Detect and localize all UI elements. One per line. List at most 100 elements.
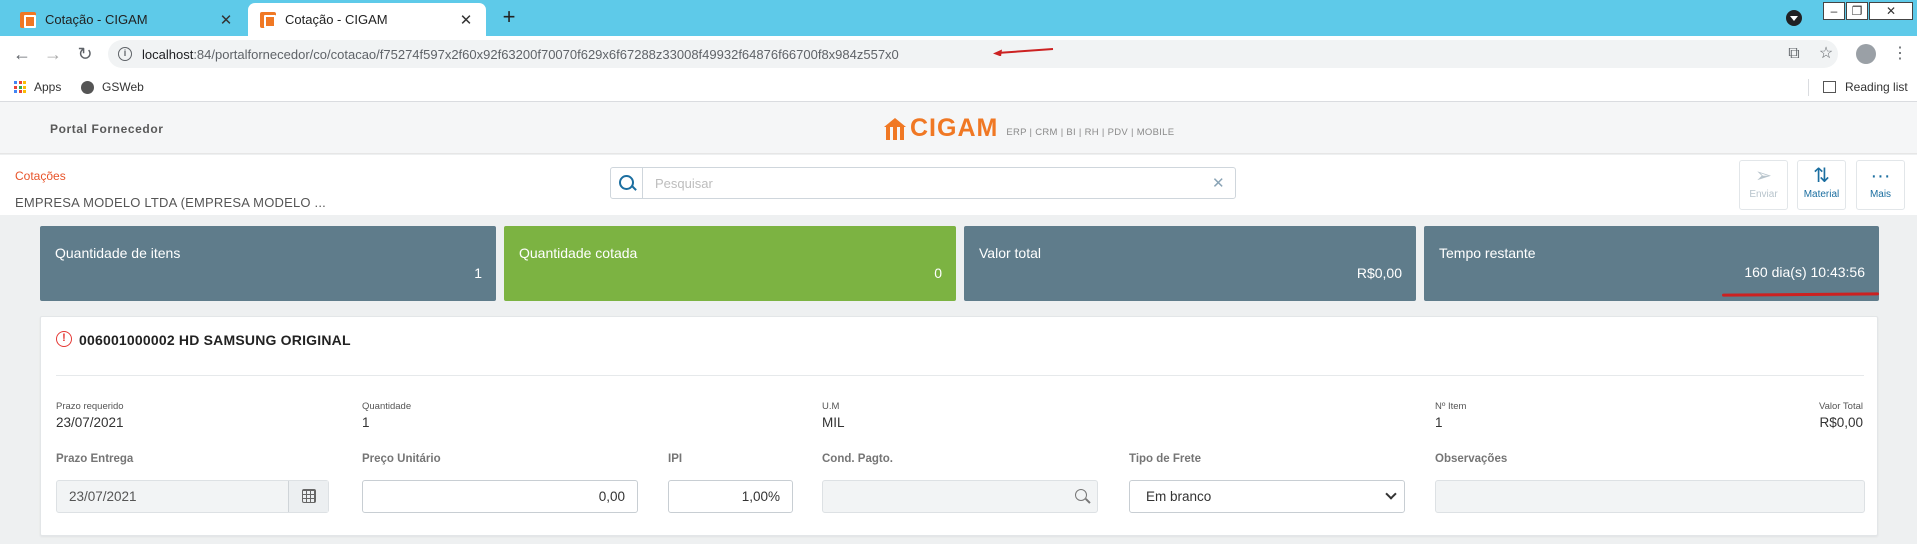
bookmarks-divider	[1808, 79, 1809, 96]
url-path: :84/portalfornecedor/co/cotacao/f75274f5…	[193, 47, 899, 62]
send-icon: ➢	[1755, 165, 1772, 187]
window-close-icon[interactable]: ✕	[1869, 2, 1913, 20]
stat-card-quantidade-cotada: Quantidade cotada 0	[504, 226, 956, 301]
search-icon[interactable]	[611, 168, 643, 198]
cigam-wordmark: CIGAM	[910, 114, 999, 142]
url-host: localhost	[142, 47, 194, 62]
preco-unitario-input[interactable]: 0,00	[362, 480, 638, 513]
ipi-label: IPI	[668, 453, 683, 465]
prazo-entrega-field[interactable]: 23/07/2021	[56, 480, 329, 513]
more-dots-icon: ···	[1870, 165, 1891, 187]
bookmark-apps[interactable]: Apps	[14, 80, 61, 94]
browser-tab-bar: Cotação - CIGAM ✕ Cotação - CIGAM ✕ + – …	[0, 0, 1917, 36]
stat-title: Valor total	[979, 245, 1041, 261]
search-field[interactable]: ✕	[610, 167, 1236, 199]
item-panel: ! 006001000002 HD SAMSUNG ORIGINAL Prazo…	[40, 316, 1878, 536]
calendar-icon	[302, 489, 316, 503]
cigam-tagline: ERP | CRM | BI | RH | PDV | MOBILE	[1006, 127, 1175, 138]
page-header: Cotações EMPRESA MODELO LTDA (EMPRESA MO…	[0, 155, 1917, 215]
tab-title: Cotação - CIGAM	[45, 12, 148, 27]
tab-close-icon[interactable]: ✕	[458, 11, 474, 29]
more-button[interactable]: ··· Mais	[1856, 160, 1905, 210]
stat-value: 1	[474, 265, 482, 281]
bookmark-gsweb[interactable]: GSWeb	[81, 80, 144, 94]
stat-title: Quantidade de itens	[55, 245, 181, 261]
stat-title: Quantidade cotada	[519, 245, 638, 261]
stat-title: Tempo restante	[1439, 245, 1536, 261]
observacoes-field[interactable]	[1435, 480, 1865, 513]
bookmark-star-icon[interactable]: ☆	[1816, 44, 1836, 64]
item-divider	[56, 375, 1864, 376]
quantidade-value: 1	[362, 415, 370, 430]
tab-title: Cotação - CIGAM	[285, 12, 388, 27]
stat-card-tempo-restante: Tempo restante 160 dia(s) 10:43:56	[1424, 226, 1879, 301]
browser-tab-active[interactable]: Cotação - CIGAM ✕	[248, 3, 486, 36]
cigam-logo: CIGAM ERP | CRM | BI | RH | PDV | MOBILE	[884, 114, 1175, 142]
back-arrow-icon[interactable]: ←	[10, 42, 34, 66]
tipo-frete-label: Tipo de Frete	[1129, 453, 1201, 465]
cigam-favicon-icon	[20, 11, 36, 28]
url-text[interactable]: localhost:84/portalfornecedor/co/cotacao…	[142, 47, 899, 62]
um-label: U.M	[822, 401, 840, 412]
stat-card-valor-total: Valor total R$0,00	[964, 226, 1416, 301]
quantidade-label: Quantidade	[362, 401, 412, 412]
alert-circle-icon: !	[56, 331, 72, 347]
bookmarks-bar: Apps GSWeb Reading list	[0, 72, 1917, 102]
window-minimize-icon[interactable]: –	[1823, 2, 1845, 20]
prazo-entrega-label: Prazo Entrega	[56, 453, 134, 465]
browser-menu-icon[interactable]: ⋮	[1890, 44, 1910, 64]
date-picker-button[interactable]	[288, 481, 328, 512]
cigam-logo-icon	[884, 118, 906, 140]
search-input[interactable]	[655, 174, 1195, 192]
material-button[interactable]: ⇅ Material	[1797, 160, 1846, 210]
cond-pagto-label: Cond. Pagto.	[822, 453, 893, 465]
browser-toolbar: ← → ↻ i localhost:84/portalfornecedor/co…	[0, 36, 1917, 72]
preco-unitario-value: 0,00	[598, 489, 625, 504]
tipo-frete-value: Em branco	[1146, 489, 1212, 504]
send-button[interactable]: ➢ Enviar	[1739, 160, 1788, 210]
observacoes-label: Observações	[1435, 453, 1508, 465]
prazo-requerido-value: 23/07/2021	[56, 415, 124, 430]
reading-list-icon	[1823, 81, 1836, 93]
bookmark-label: Apps	[34, 80, 62, 94]
prazo-entrega-value: 23/07/2021	[69, 489, 137, 504]
portal-title: Portal Fornecedor	[50, 122, 164, 136]
tipo-frete-select[interactable]: Em branco	[1129, 480, 1405, 513]
preco-unitario-label: Preço Unitário	[362, 453, 441, 465]
translate-icon[interactable]: ⧉	[1784, 44, 1804, 64]
sort-arrows-icon: ⇅	[1813, 165, 1830, 187]
prazo-requerido-label: Prazo requerido	[56, 401, 124, 412]
lookup-search-icon[interactable]	[1075, 489, 1087, 501]
ipi-value: 1,00%	[741, 489, 780, 504]
forward-arrow-icon[interactable]: →	[41, 42, 65, 66]
red-annotation-arrow	[993, 48, 1054, 56]
reading-list-button[interactable]: Reading list	[1823, 80, 1908, 94]
n-item-label: Nº Item	[1435, 401, 1467, 412]
browser-tab[interactable]: Cotação - CIGAM ✕	[8, 3, 246, 36]
cond-pagto-field[interactable]	[822, 480, 1098, 513]
apps-grid-icon	[14, 81, 26, 93]
window-restore-icon[interactable]: ❐	[1846, 2, 1868, 20]
tab-close-icon[interactable]: ✕	[218, 11, 234, 29]
ipi-input[interactable]: 1,00%	[668, 480, 793, 513]
stat-value: 0	[934, 265, 942, 281]
site-info-icon[interactable]: i	[118, 47, 132, 61]
n-item-value: 1	[1435, 415, 1443, 430]
reading-list-label: Reading list	[1845, 80, 1908, 94]
material-label: Material	[1803, 189, 1840, 200]
address-bar[interactable]: i localhost:84/portalfornecedor/co/cotac…	[108, 40, 1838, 68]
reload-icon[interactable]: ↻	[73, 42, 97, 66]
company-name: EMPRESA MODELO LTDA (EMPRESA MODELO ...	[15, 195, 326, 210]
profile-avatar-icon[interactable]	[1856, 44, 1876, 64]
um-value: MIL	[822, 415, 845, 430]
chevron-down-icon	[1385, 488, 1397, 500]
bookmark-label: GSWeb	[102, 80, 144, 94]
new-tab-plus-icon[interactable]: +	[498, 6, 520, 30]
stat-value: 160 dia(s) 10:43:56	[1744, 264, 1865, 280]
clear-search-icon[interactable]: ✕	[1212, 174, 1225, 192]
app-header: Portal Fornecedor CIGAM ERP | CRM | BI |…	[0, 102, 1917, 154]
breadcrumb-cotacoes[interactable]: Cotações	[15, 169, 66, 183]
cigam-favicon-icon	[260, 11, 276, 28]
valor-total-label: Valor Total	[1818, 401, 1863, 412]
tab-search-icon[interactable]	[1786, 10, 1802, 26]
